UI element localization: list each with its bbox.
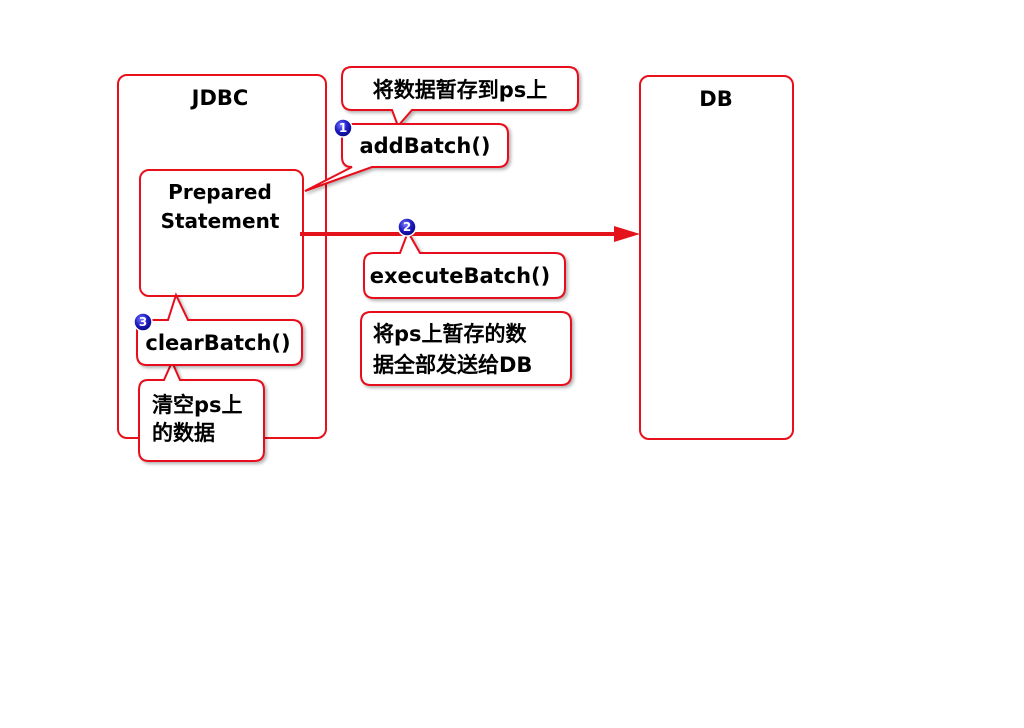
step-badge-1: 1 (333, 118, 353, 138)
step-badge-1-number: 1 (339, 121, 347, 135)
clear-note-line1: 清空ps上 (152, 393, 243, 417)
clear-note-line2: 的数据 (152, 421, 215, 445)
prepared-statement-line2: Statement (161, 209, 280, 233)
execute-batch-callout: executeBatch() (363, 229, 566, 299)
step-badge-3: 3 (133, 312, 153, 332)
send-arrow (300, 226, 640, 242)
prepared-statement-line1: Prepared (168, 180, 272, 204)
db-panel: DB (639, 75, 794, 440)
prepared-statement-box: Prepared Statement (139, 169, 304, 297)
step-badge-3-number: 3 (139, 315, 147, 329)
send-note-line1: 将ps上暂存的数 (373, 322, 528, 346)
db-panel-title: DB (699, 87, 732, 111)
add-batch-label: addBatch() (359, 134, 490, 158)
store-note-label: 将数据暂存到ps上 (373, 78, 548, 102)
send-note-callout: 将ps上暂存的数 据全部发送给DB (360, 311, 572, 386)
step-badge-2: 2 (397, 217, 417, 237)
execute-batch-label: executeBatch() (370, 264, 551, 288)
jdbc-batch-diagram: JDBC DB 清空ps上 的数据 Prepared Statement cle… (117, 66, 794, 462)
clear-batch-label: clearBatch() (145, 331, 290, 355)
step-badge-2-number: 2 (403, 220, 411, 234)
jdbc-panel-title: JDBC (190, 86, 249, 110)
store-note-callout: 将数据暂存到ps上 (341, 66, 579, 128)
send-note-line2: 据全部发送给DB (373, 353, 532, 377)
